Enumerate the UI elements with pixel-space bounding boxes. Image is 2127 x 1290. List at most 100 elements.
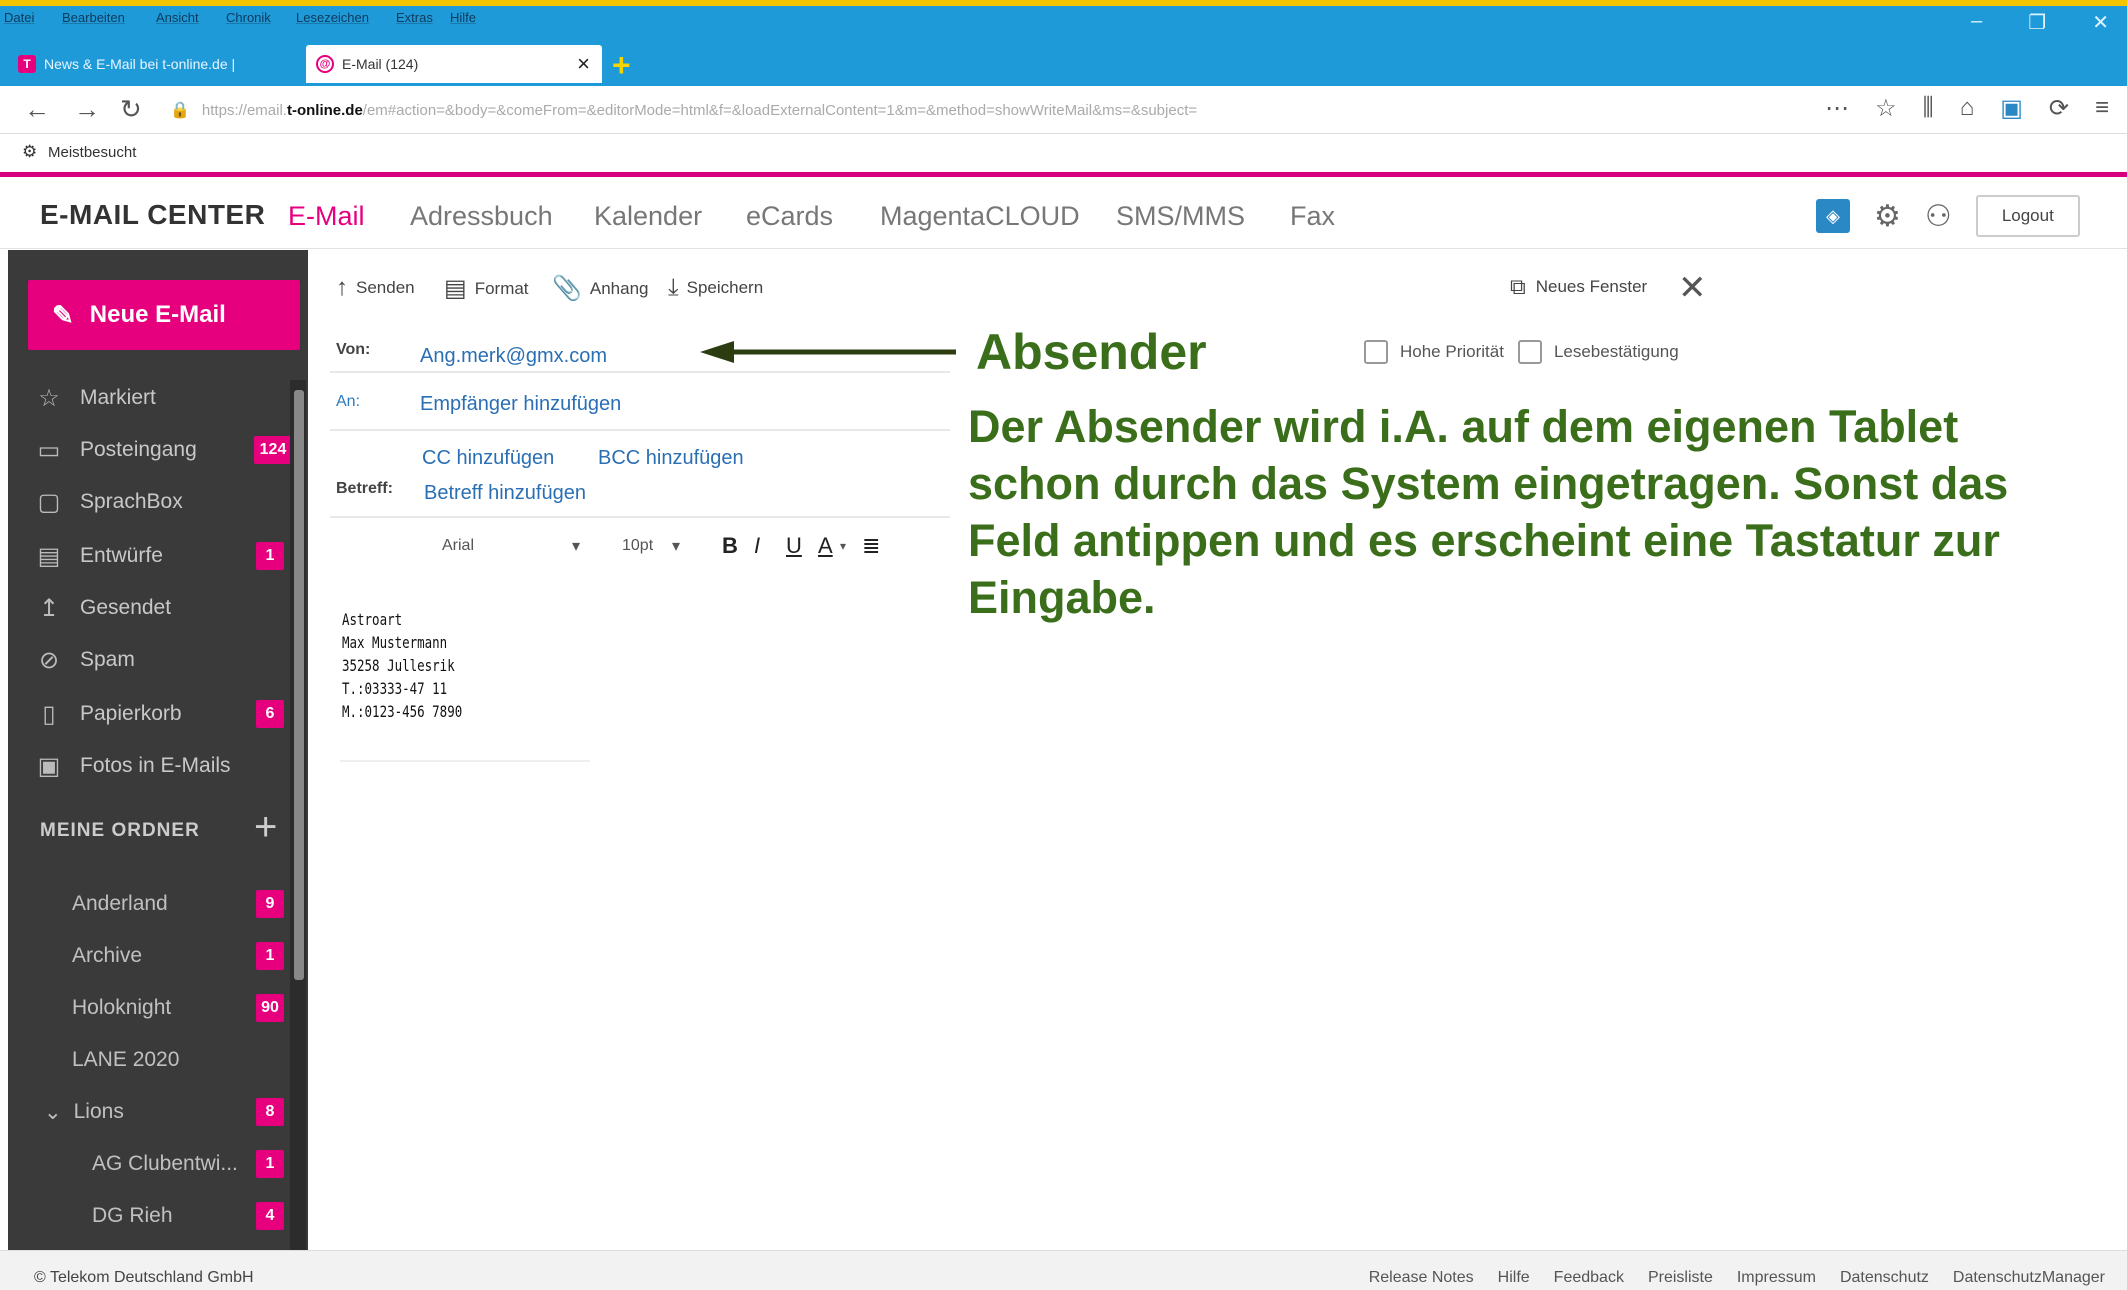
chevron-down-icon[interactable]: ▾ (672, 536, 722, 556)
url-bar[interactable]: 🔒 https://email. t-online.de /em#action=… (170, 97, 1790, 123)
folder-lane-2020[interactable]: LANE 2020 (72, 1040, 284, 1080)
shield-icon[interactable]: ◈ (1816, 199, 1850, 233)
attach-button[interactable]: 📎 Anhang (552, 274, 649, 303)
signature-block[interactable]: Astroart Max Mustermann 35258 Jullesrik … (342, 608, 462, 723)
bold-icon[interactable]: B (722, 533, 754, 559)
bookmark-star-icon[interactable]: ☆ (1875, 94, 1897, 123)
annotation-text: Der Absender wird i.A. auf dem eigenen T… (968, 401, 2009, 623)
sidebar-item-markiert[interactable]: ☆ Markiert (34, 378, 284, 418)
nav-ecards[interactable]: eCards (746, 201, 833, 232)
subject-input[interactable]: Betreff hinzufügen (424, 482, 586, 505)
menu-hilfe[interactable]: Hilfe (450, 10, 476, 25)
underline-icon[interactable]: U (786, 533, 818, 559)
attach-label: Anhang (589, 278, 649, 298)
from-label: Von: (336, 341, 371, 358)
user-icon[interactable]: ⚇ (1925, 199, 1952, 234)
footer-link-release-notes[interactable]: Release Notes (1369, 1269, 1474, 1287)
folder-lions[interactable]: ⌄ Lions 8 (44, 1092, 284, 1132)
tab-email[interactable]: @ E-Mail (124) × (306, 45, 602, 83)
sidebar-item-spam[interactable]: ⊘ Spam (34, 640, 284, 680)
format-button[interactable]: ▤ Format (444, 274, 529, 303)
new-email-button[interactable]: ✎ Neue E-Mail (28, 280, 300, 350)
italic-icon[interactable]: I (754, 533, 786, 559)
footer-link-preisliste[interactable]: Preisliste (1648, 1269, 1713, 1287)
hamburger-menu-icon[interactable]: ≡ (2095, 94, 2109, 123)
menu-extras[interactable]: Extras (396, 10, 433, 25)
sidebar-item-gesendet[interactable]: ↥ Gesendet (34, 588, 284, 628)
folder-ag-clubentwicklung[interactable]: AG Clubentwi... 1 (92, 1144, 284, 1184)
size-select[interactable]: 10pt (622, 537, 672, 555)
footer-link-datenschutzmanager[interactable]: DatenschutzManager (1953, 1269, 2105, 1287)
nav-email[interactable]: E-Mail (288, 201, 365, 232)
close-window-icon[interactable]: ✕ (2092, 10, 2109, 35)
text-color-icon[interactable]: A (818, 533, 840, 559)
menu-bearbeiten[interactable]: Bearbeiten (62, 10, 125, 25)
send-button[interactable]: ↑ Senden (336, 274, 415, 302)
chevron-down-icon[interactable]: ⌄ (44, 1100, 62, 1125)
settings-gear-icon[interactable]: ⚙ (1874, 199, 1901, 234)
home-icon[interactable]: ⌂ (1960, 94, 1975, 123)
back-icon[interactable]: ← (24, 94, 50, 125)
footer-link-impressum[interactable]: Impressum (1737, 1269, 1816, 1287)
align-icon[interactable]: ≣ (862, 533, 890, 559)
menu-ansicht[interactable]: Ansicht (156, 10, 199, 25)
close-icon[interactable]: ✕ (1678, 268, 1707, 308)
priority-checkbox[interactable] (1364, 340, 1388, 364)
signature-line: Astroart (342, 610, 403, 629)
reload-icon[interactable]: ↻ (120, 94, 142, 125)
signature-line: T.:03333-47 11 (342, 679, 448, 698)
add-folder-icon[interactable]: + (254, 805, 277, 850)
menu-datei[interactable]: Datei (4, 10, 34, 25)
library-icon[interactable]: ⫼ (1923, 94, 1934, 123)
minimize-icon[interactable]: – (1971, 10, 1982, 35)
new-tab-icon[interactable]: + (612, 47, 631, 84)
menu-chronik[interactable]: Chronik (226, 10, 271, 25)
nav-kalender[interactable]: Kalender (594, 201, 702, 232)
folder-holoknight[interactable]: Holoknight 90 (72, 988, 284, 1028)
menu-lesezeichen[interactable]: Lesezeichen (296, 10, 369, 25)
sidebar-item-papierkorb[interactable]: ▯ Papierkorb 6 (34, 694, 284, 734)
browser-menubar: Datei Bearbeiten Ansicht Chronik Lesezei… (0, 6, 2127, 38)
chevron-down-icon[interactable]: ▾ (840, 539, 862, 553)
from-field[interactable]: Ang.merk@gmx.com (420, 345, 607, 368)
sidebar-scrollbar[interactable] (294, 390, 304, 980)
nav-fax[interactable]: Fax (1290, 201, 1335, 232)
nav-adressbuch[interactable]: Adressbuch (410, 201, 553, 232)
footer-link-hilfe[interactable]: Hilfe (1498, 1269, 1530, 1287)
tab-news[interactable]: T News & E-Mail bei t-online.de | (8, 45, 298, 83)
nav-sms-mms[interactable]: SMS/MMS (1116, 201, 1245, 232)
logout-button[interactable]: Logout (1975, 195, 2080, 237)
sync-icon[interactable]: ⟳ (2049, 94, 2069, 123)
count-badge: 90 (256, 994, 284, 1022)
nav-magentacloud[interactable]: MagentaCLOUD (880, 201, 1080, 232)
tonline-favicon-icon: T (18, 55, 36, 73)
sidebar-item-posteingang[interactable]: ▭ Posteingang 124 (34, 430, 292, 470)
restore-icon[interactable]: ❐ (2028, 10, 2046, 35)
sidebar-item-entwuerfe[interactable]: ▤ Entwürfe 1 (34, 536, 284, 576)
add-cc-link[interactable]: CC hinzufügen (422, 447, 554, 470)
new-window-button[interactable]: ⧉ Neues Fenster (1510, 274, 1647, 300)
sidebar-item-fotos[interactable]: ▣ Fotos in E-Mails (34, 746, 284, 786)
close-tab-icon[interactable]: × (577, 51, 590, 77)
recipient-input[interactable]: Empfänger hinzufügen (420, 393, 621, 416)
folder-label: Archive (72, 944, 143, 967)
add-bcc-link[interactable]: BCC hinzufügen (598, 447, 744, 470)
read-receipt-checkbox[interactable] (1517, 340, 1542, 364)
footer-link-datenschutz[interactable]: Datenschutz (1840, 1269, 1929, 1287)
folder-anderland[interactable]: Anderland 9 (72, 884, 284, 924)
more-icon[interactable]: ⋯ (1825, 94, 1849, 123)
bookmark-meistbesucht[interactable]: Meistbesucht (48, 144, 136, 161)
sidebar-item-label: Gesendet (80, 596, 172, 619)
font-select[interactable]: Arial (442, 537, 572, 555)
chevron-down-icon[interactable]: ▾ (572, 536, 622, 556)
signature-line: 35258 Jullesrik (342, 656, 455, 675)
folder-archive[interactable]: Archive 1 (72, 936, 284, 976)
extension-icon[interactable]: ▣ (2000, 94, 2023, 123)
footer-link-feedback[interactable]: Feedback (1554, 1269, 1624, 1287)
lock-icon: 🔒 (170, 102, 190, 119)
new-email-label: Neue E-Mail (89, 301, 226, 328)
save-button[interactable]: ⤓ Speichern (668, 274, 763, 302)
forward-icon[interactable]: → (74, 94, 100, 125)
sidebar-item-sprachbox[interactable]: ▢ SprachBox (34, 482, 284, 522)
folder-dg-rieh[interactable]: DG Rieh 4 (92, 1196, 284, 1236)
